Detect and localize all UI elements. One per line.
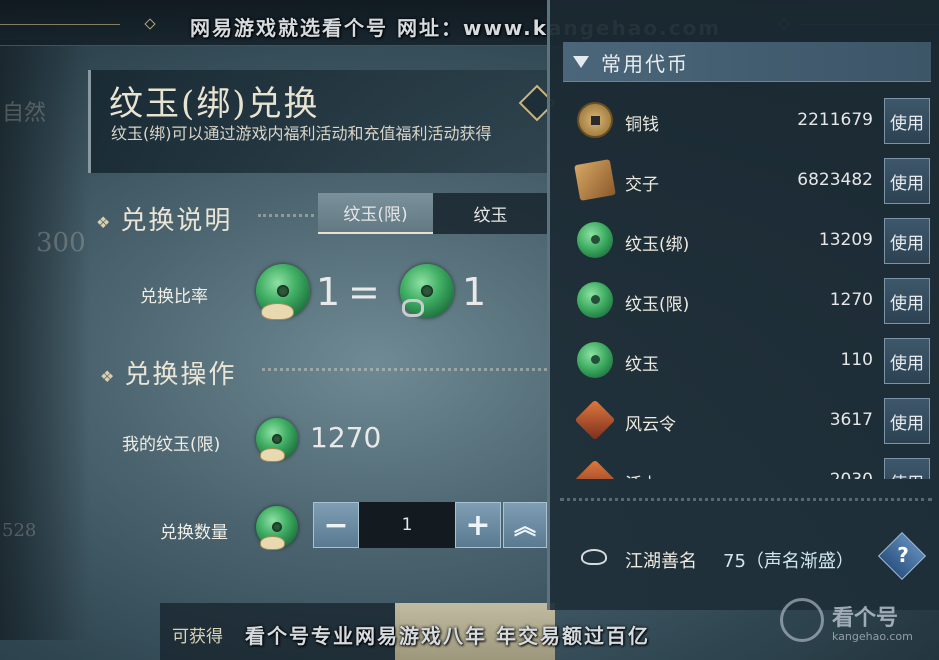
jade-limited-icon (577, 282, 613, 318)
watermark-name: 看个号 (832, 606, 899, 631)
currency-value: 13209 (818, 230, 873, 250)
qty-label: 兑换数量 (160, 523, 228, 543)
page-description: 纹玉(绑)可以通过游戏内福利活动和充值福利活动获得 (111, 124, 492, 143)
exchange-title-block: 纹玉(绑)兑换 纹玉(绑)可以通过游戏内福利活动和充值福利活动获得 (88, 70, 548, 173)
ratio-label: 兑换比率 (140, 287, 208, 307)
section-explain-heading: ❖ 兑换说明 (96, 200, 232, 237)
banner-line-left (0, 24, 120, 25)
vitality-icon (574, 459, 616, 479)
currency-name: 纹玉 (625, 355, 659, 375)
jade-limited-icon (256, 418, 298, 462)
category-title: 常用代币 (601, 52, 689, 76)
use-button[interactable]: 使用 (884, 158, 930, 204)
tab-jade-limited[interactable]: 纹玉(限) (318, 193, 433, 234)
ratio-equals: = (348, 270, 380, 314)
qty-input[interactable]: 1 (359, 502, 455, 548)
use-button[interactable]: 使用 (884, 278, 930, 324)
list-item: 纹玉(限) 1270 使用 (563, 270, 935, 330)
currency-name: 活力 (625, 470, 659, 479)
jade-icon (577, 342, 613, 378)
currency-value: 110 (840, 350, 873, 370)
jade-bound-icon (400, 264, 454, 318)
page-title: 纹玉(绑)兑换 (109, 84, 320, 124)
sparkle-icon: ❖ (96, 212, 113, 232)
obtain-label: 可获得 (172, 627, 223, 647)
fame-row: 江湖善名 75（声名渐盛） ? (563, 531, 935, 585)
ratio-right-value: 1 (462, 270, 487, 314)
my-jade-label: 我的纹玉(限) (122, 435, 221, 455)
list-item: 风云令 3617 使用 (563, 390, 935, 450)
bottom-banner-text: 看个号专业网易游戏八年 年交易额过百亿 (245, 624, 650, 648)
left-edge-shade (0, 40, 90, 640)
use-button[interactable]: 使用 (884, 218, 930, 264)
banknote-icon (574, 159, 616, 201)
ratio-left-value: 1 (316, 270, 341, 314)
use-button[interactable]: 使用 (884, 338, 930, 384)
jade-limited-icon (256, 264, 310, 321)
question-icon[interactable]: ? (893, 543, 913, 567)
currency-value: 2211679 (797, 110, 873, 130)
watermark-url: kangehao.com (832, 630, 913, 643)
list-item: 活力 2030 使用 (563, 450, 935, 479)
bg-ghost-number: 300 (36, 228, 86, 258)
currency-name: 纹玉(限) (625, 295, 690, 315)
jade-limited-icon (256, 506, 298, 550)
watermark-logo-icon (780, 598, 824, 642)
list-item: 铜钱 2211679 使用 (563, 90, 935, 150)
list-item: 纹玉(绑) 13209 使用 (563, 210, 935, 270)
qty-max-button[interactable]: ︽ (503, 502, 547, 548)
currency-name: 风云令 (625, 415, 676, 435)
currency-value: 3617 (829, 410, 873, 430)
currency-value: 6823482 (797, 170, 873, 190)
mask-icon (581, 549, 607, 565)
fame-value: 75（声名渐盛） (723, 551, 854, 572)
currency-list[interactable]: 铜钱 2211679 使用 交子 6823482 使用 纹玉(绑) 13209 … (563, 86, 935, 479)
my-jade-value: 1270 (310, 421, 382, 454)
section-explain-label: 兑换说明 (120, 206, 233, 236)
section-divider (258, 214, 314, 217)
currency-name: 铜钱 (625, 115, 659, 135)
fengyun-token-icon (574, 399, 616, 441)
fame-label: 江湖善名 (625, 551, 697, 572)
exchange-tabs: 纹玉(限) 纹玉 (318, 193, 548, 234)
bg-ghost-number-2: 528 (2, 520, 37, 541)
currency-name: 交子 (625, 175, 659, 195)
qty-plus-button[interactable]: + (455, 502, 501, 548)
section-operate-label: 兑换操作 (124, 360, 237, 390)
use-button[interactable]: 使用 (884, 458, 930, 479)
use-button[interactable]: 使用 (884, 398, 930, 444)
list-divider (560, 498, 932, 501)
currency-value: 2030 (830, 470, 873, 479)
triangle-down-icon (573, 56, 589, 68)
banner-diamond-left (144, 18, 156, 30)
list-item: 纹玉 110 使用 (563, 330, 935, 390)
section-divider (262, 368, 547, 371)
tab-jade[interactable]: 纹玉 (433, 193, 548, 234)
currency-value: 1270 (829, 290, 873, 310)
use-button[interactable]: 使用 (884, 98, 930, 144)
bg-ghost-text: 自然 (2, 101, 47, 126)
sparkle-icon: ❖ (100, 366, 117, 386)
list-item: 交子 6823482 使用 (563, 150, 935, 210)
qty-minus-button[interactable]: − (313, 502, 359, 548)
category-header[interactable]: 常用代币 (563, 42, 931, 82)
currency-name: 纹玉(绑) (625, 235, 690, 255)
copper-coin-icon (577, 102, 613, 138)
section-operate-heading: ❖ 兑换操作 (100, 354, 236, 391)
jade-bound-icon (577, 222, 613, 258)
